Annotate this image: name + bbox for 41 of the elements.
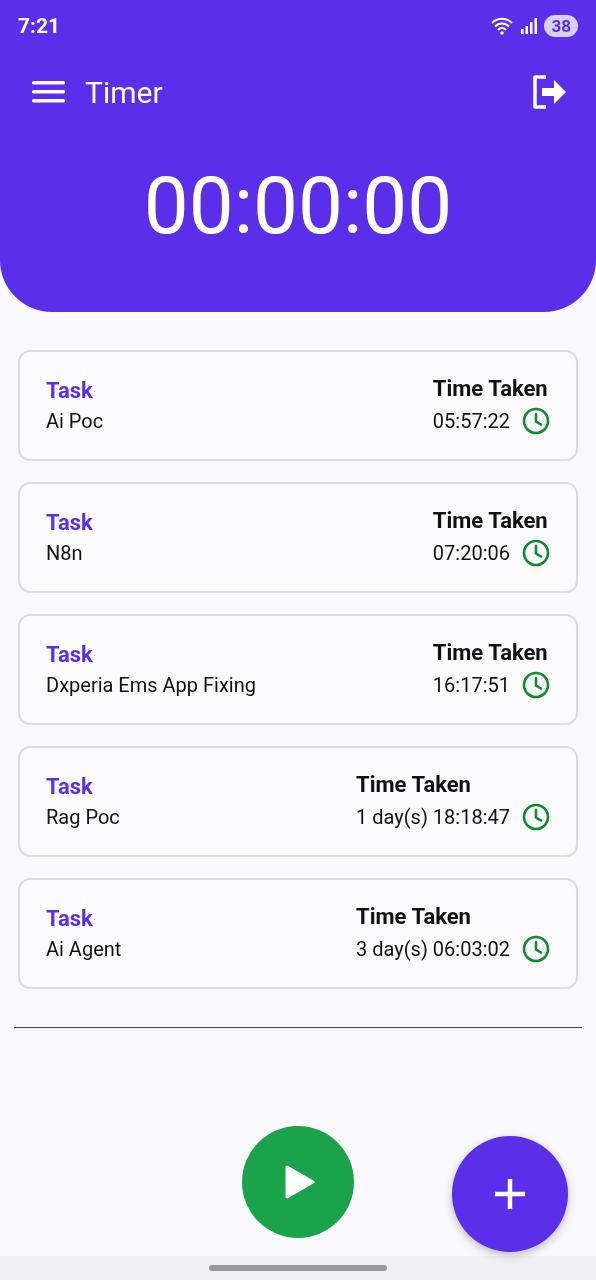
time-taken-value: 1 day(s) 18:18:47 <box>356 805 510 829</box>
task-name: N8n <box>46 541 84 565</box>
task-card[interactable]: Task N8n Time Taken 07:20:06 <box>18 482 578 593</box>
task-name: Rag Poc <box>46 805 120 829</box>
task-label: Task <box>46 642 94 667</box>
task-label: Task <box>46 774 94 799</box>
task-label: Task <box>46 906 94 931</box>
time-taken-label: Time Taken <box>356 904 472 929</box>
app-title: Timer <box>85 74 164 110</box>
signal-icon <box>520 17 539 35</box>
menu-icon[interactable] <box>32 80 65 104</box>
add-button[interactable] <box>452 1136 568 1252</box>
task-card[interactable]: Task Rag Poc Time Taken 1 day(s) 18:18:47 <box>18 746 578 857</box>
battery-level: 38 <box>544 15 578 37</box>
logout-icon[interactable] <box>532 75 568 109</box>
task-label: Task <box>46 510 93 535</box>
clock-icon <box>522 671 550 699</box>
status-time: 7:21 <box>18 14 61 38</box>
task-label: Task <box>46 378 94 403</box>
time-taken-value: 3 day(s) 06:03:02 <box>356 937 510 961</box>
time-taken-label: Time Taken <box>356 772 472 797</box>
home-handle[interactable] <box>209 1265 387 1271</box>
task-name: Ai Poc <box>46 409 104 433</box>
clock-icon <box>522 935 550 963</box>
task-card[interactable]: Task Ai Poc Time Taken 05:57:22 <box>18 350 578 461</box>
time-taken-value: 16:17:51 <box>432 673 510 697</box>
time-taken-value: 05:57:22 <box>432 409 510 433</box>
timer-display: 00:00:00 <box>142 166 454 246</box>
clock-icon <box>522 539 550 567</box>
time-taken-label: Time Taken <box>432 376 549 401</box>
clock-icon <box>522 407 550 435</box>
wifi-icon <box>490 16 515 36</box>
time-taken-value: 07:20:06 <box>432 541 510 565</box>
time-taken-label: Time Taken <box>432 508 549 533</box>
task-card[interactable]: Task Dxperia Ems App Fixing Time Taken 16:17:51 <box>18 614 578 725</box>
plus-icon <box>492 1176 528 1212</box>
clock-icon <box>522 803 550 831</box>
time-taken-label: Time Taken <box>432 640 549 665</box>
task-card[interactable]: Task Ai Agent Time Taken 3 day(s) 06:03:02 <box>18 878 578 989</box>
task-name: Ai Agent <box>46 937 122 961</box>
task-name: Dxperia Ems App Fixing <box>46 673 256 697</box>
